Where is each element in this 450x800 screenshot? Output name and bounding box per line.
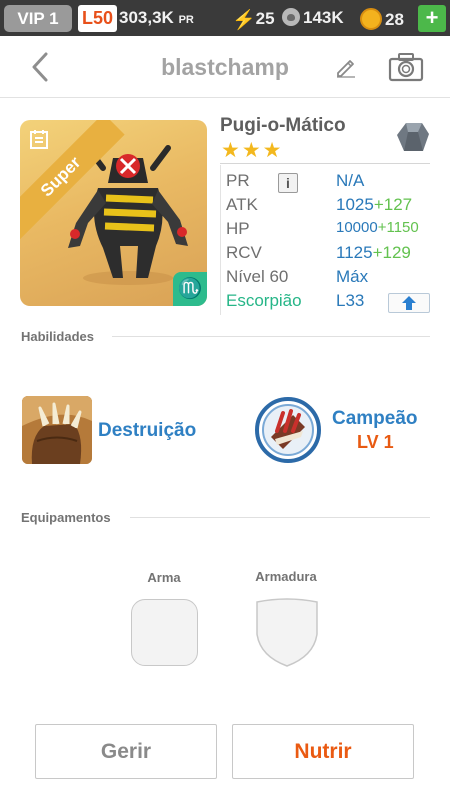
scorpio-zodiac-icon: ♏ [173,272,207,306]
zodiac-label: Escorpião [226,291,302,310]
skill-name-champion[interactable]: Campeão [332,408,418,430]
stat-value: Máx [336,267,369,286]
stat-label: HP [226,219,250,238]
claw-skill-icon[interactable] [22,396,92,464]
notes-icon[interactable] [28,128,50,150]
divider [130,517,430,518]
pencil-icon[interactable] [334,55,358,79]
stat-row-rcv: RCV 1125+129 [226,243,436,267]
champion-badge-icon[interactable] [255,397,321,463]
skill-name-destruction[interactable]: Destruição [98,420,196,442]
stat-label: ATK [226,195,258,214]
stat-label: RCV [226,243,262,262]
stat-bonus: +129 [372,243,411,262]
stat-value: 1125 [336,243,373,262]
stat-row-atk: ATK 1025+127 [226,195,436,219]
monster-detail-screen: VIP 1 L50 303,3K PR ⚡25 143K 28 + blastc… [0,0,450,800]
divider [220,163,430,164]
stat-value: N/A [336,171,365,190]
stat-value-group: 1125+129 [336,243,411,263]
rock-element-icon [397,123,429,151]
info-icon[interactable]: i [278,173,298,193]
energy-counter[interactable]: ⚡25 [232,8,275,32]
vip-badge[interactable]: VIP 1 [4,5,72,32]
stat-value-group: 1025+127 [336,195,412,215]
arrow-up-icon [402,296,416,310]
skill-level: LV 1 [357,432,394,452]
stat-row-zodiac: Escorpião L33 [226,291,436,315]
stat-bonus: +127 [373,195,413,214]
weapon-slot[interactable] [131,599,198,666]
rarity-stars: ★★★ [221,139,284,162]
stat-row-level: Nível 60 Máx [226,267,436,291]
power-value: 303,3K [119,8,174,27]
zodiac-upgrade-button[interactable] [388,293,430,313]
status-bar: VIP 1 L50 303,3K PR ⚡25 143K 28 + [0,0,450,36]
monster-portrait-card[interactable]: Super ♏ [20,120,207,306]
stat-row-hp: HP 10000+1150 [226,219,436,243]
coin-value: 28 [385,10,404,29]
stat-row-pr: PR i N/A [226,171,436,195]
power-unit: PR [178,14,194,26]
coin-counter[interactable]: 28 [360,8,404,30]
zodiac-level: L33 [336,291,365,310]
energy-value: 25 [255,9,275,28]
monster-name: Pugi-o-Mático [220,115,346,136]
stat-bonus: +1150 [377,219,419,236]
abilities-section-label: Habilidades [21,329,94,344]
stat-label: Nível 60 [226,267,289,286]
paw-icon [282,8,300,26]
camera-icon[interactable] [388,52,424,82]
divider [220,165,221,315]
stamina-value: 143K [303,8,344,27]
weapon-label: Arma [147,570,181,585]
equipment-section-label: Equipamentos [21,510,111,525]
page-title: blastchamp [161,54,289,80]
page-header: blastchamp [0,36,450,98]
stat-value-group: 10000+1150 [336,219,419,236]
power-rating: 303,3K PR [119,8,194,28]
stat-value: 10000 [336,219,378,236]
stats-table: PR i N/A ATK 1025+127 HP 10000+1150 RCV … [226,171,436,315]
armor-slot[interactable] [254,598,320,668]
coin-icon [360,8,382,30]
bolt-icon: ⚡ [232,10,256,31]
stat-value: 1025 [336,195,374,214]
stat-label: PR [226,171,250,190]
feed-button[interactable]: Nutrir [232,724,414,779]
add-currency-button[interactable]: + [418,5,446,32]
claw-illustration [22,396,92,464]
armor-label: Armadura [255,569,317,584]
player-level: L50 [78,5,118,32]
stamina-counter[interactable]: 143K [282,8,344,28]
divider [112,336,430,337]
manage-button[interactable]: Gerir [35,724,217,779]
